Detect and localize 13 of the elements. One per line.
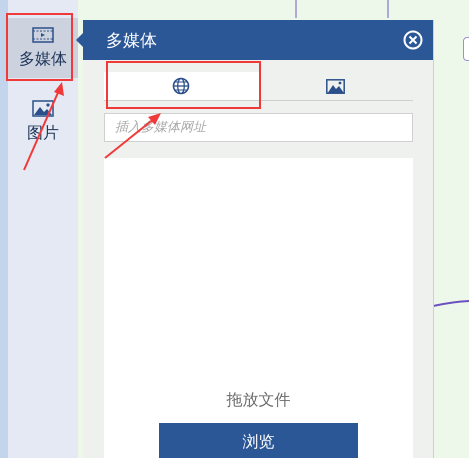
connector-line: [433, 300, 469, 308]
drop-hint: 拖放文件: [226, 390, 290, 411]
drop-zone[interactable]: 拖放文件 浏览: [104, 158, 413, 458]
image-icon: [326, 78, 346, 94]
browse-button[interactable]: 浏览: [159, 423, 358, 458]
sidebar-item[interactable]: 多媒体: [8, 18, 78, 78]
film-icon: [32, 26, 54, 42]
panel-title: 多媒体: [106, 30, 157, 52]
close-icon[interactable]: [403, 30, 423, 50]
globe-icon: [172, 77, 190, 95]
highlight-frame: [6, 13, 73, 81]
image-icon: [32, 100, 54, 117]
tab[interactable]: [104, 72, 258, 100]
